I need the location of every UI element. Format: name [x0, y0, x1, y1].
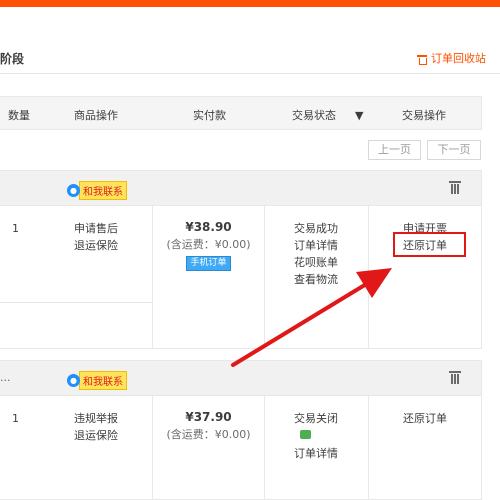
- shipping-fee: (含运费：¥0.00): [166, 238, 251, 251]
- trash-icon: [417, 53, 427, 65]
- annotation-highlight-box: [393, 232, 466, 257]
- huabei-bill-link[interactable]: 花呗账单: [294, 254, 338, 271]
- header-product-ops: 商品操作: [74, 109, 118, 122]
- chevron-down-icon[interactable]: ▼: [355, 109, 363, 122]
- contact-label: 和我联系: [79, 371, 127, 390]
- delete-order-icon[interactable]: [449, 370, 461, 384]
- header-qty: 数量: [8, 109, 30, 122]
- view-logistics-link[interactable]: 查看物流: [294, 271, 338, 288]
- recycle-bin-label: 订单回收站: [431, 52, 486, 65]
- contact-label: 和我联系: [79, 181, 127, 200]
- mobile-order-badge: 手机订单: [186, 256, 231, 271]
- actions-cell: 还原订单: [403, 410, 447, 427]
- tab-stage[interactable]: 阶段: [0, 50, 24, 67]
- status-text: 交易成功: [294, 222, 338, 235]
- contact-seller-button[interactable]: ● 和我联系: [67, 371, 127, 390]
- top-accent-bar: [0, 0, 500, 7]
- status-cell: 交易成功 订单详情 花呗账单 查看物流: [294, 220, 338, 288]
- order-detail-link[interactable]: 订单详情: [294, 445, 338, 462]
- divider: [368, 206, 369, 348]
- status-text: 交易关闭: [294, 412, 338, 425]
- chat-bubble-icon: ●: [67, 184, 80, 197]
- order-header-prefix: ...: [0, 371, 11, 384]
- return-insurance-link[interactable]: 退运保险: [74, 237, 118, 254]
- order-price: ¥38.90: [185, 220, 232, 234]
- header-trade-ops: 交易操作: [402, 109, 446, 122]
- order-header: ... ● 和我联系: [0, 360, 482, 396]
- header-trade-status[interactable]: 交易状态: [292, 107, 336, 123]
- order-header: ● 和我联系: [0, 170, 482, 206]
- return-insurance-link[interactable]: 退运保险: [74, 427, 118, 444]
- order-body: 1 违规举报 退运保险 ¥37.90 (含运费：¥0.00) 交易关闭 订单详情…: [0, 396, 482, 500]
- divider: [368, 396, 369, 499]
- contact-seller-button[interactable]: ● 和我联系: [67, 181, 127, 200]
- payment-cell: ¥38.90 (含运费：¥0.00) 手机订单: [153, 219, 264, 271]
- order-detail-link[interactable]: 订单详情: [294, 237, 338, 254]
- delete-order-icon[interactable]: [449, 180, 461, 194]
- table-header: 数量 商品操作 实付款 交易状态 ▼ 交易操作: [0, 96, 482, 130]
- order-qty: 1: [12, 412, 19, 425]
- status-cell: 交易关闭 订单详情: [294, 410, 338, 462]
- tab-row: 阶段 订单回收站: [0, 42, 500, 74]
- message-icon[interactable]: [300, 430, 311, 439]
- apply-after-sale-link[interactable]: 申请售后: [74, 220, 118, 237]
- product-ops: 申请售后 退运保险: [74, 220, 118, 254]
- next-page-button[interactable]: 下一页: [427, 140, 481, 160]
- restore-order-link[interactable]: 还原订单: [403, 410, 447, 427]
- report-violation-link[interactable]: 违规举报: [74, 410, 118, 427]
- header-amount-paid: 实付款: [193, 109, 226, 122]
- order-body: 1 申请售后 退运保险 ¥38.90 (含运费：¥0.00) 手机订单 交易成功…: [0, 206, 482, 349]
- divider: [0, 302, 152, 303]
- recycle-bin-link[interactable]: 订单回收站: [417, 50, 486, 66]
- divider: [264, 396, 265, 499]
- product-ops: 违规举报 退运保险: [74, 410, 118, 444]
- payment-cell: ¥37.90 (含运费：¥0.00): [153, 409, 264, 443]
- chat-bubble-icon: ●: [67, 374, 80, 387]
- divider: [264, 206, 265, 348]
- shipping-fee: (含运费：¥0.00): [166, 428, 251, 441]
- prev-page-button[interactable]: 上一页: [368, 140, 421, 160]
- order-qty: 1: [12, 222, 19, 235]
- order-price: ¥37.90: [185, 410, 232, 424]
